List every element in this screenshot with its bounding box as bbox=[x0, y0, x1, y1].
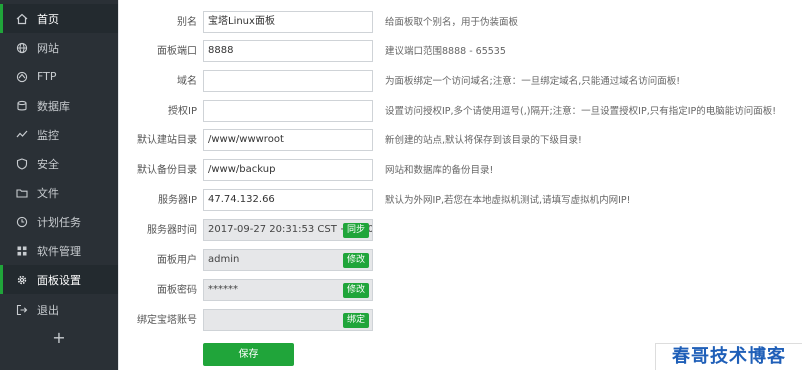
sidebar-item-label: 软件管理 bbox=[37, 244, 81, 258]
server-ip-row: 服务器IP 47.74.132.66 默认为外网IP,若您在本地虚拟机测试,请填… bbox=[119, 189, 802, 213]
sidebar-item-panel-settings[interactable]: 面板设置 bbox=[0, 265, 118, 294]
site-dir-hint: 新创建的站点,默认将保存到该目录的下级目录! bbox=[385, 135, 582, 146]
add-nav-button[interactable]: + bbox=[0, 325, 118, 350]
sidebar-item-software[interactable]: 软件管理 bbox=[0, 236, 118, 265]
server-time-row: 服务器时间 2017-09-27 20:31:53 CST +0800 同步 bbox=[119, 219, 802, 243]
server-ip-label: 服务器IP bbox=[158, 195, 197, 206]
site-dir-label: 默认建站目录 bbox=[137, 135, 197, 146]
backup-dir-hint: 网站和数据库的备份目录! bbox=[385, 165, 494, 176]
sidebar-item-database[interactable]: 数据库 bbox=[0, 91, 118, 120]
domain-input[interactable] bbox=[203, 70, 373, 92]
save-button[interactable]: 保存 bbox=[203, 343, 294, 366]
backup-dir-row: 默认备份目录 /www/backup 网站和数据库的备份目录! bbox=[119, 159, 802, 183]
sidebar-item-logout[interactable]: 退出 bbox=[0, 295, 118, 324]
auth-ip-row: 授权IP 设置访问授权IP,多个请使用逗号(,)隔开;注意：一旦设置授权IP,只… bbox=[119, 100, 802, 124]
domain-hint: 为面板绑定一个访问域名;注意：一旦绑定域名,只能通过域名访问面板! bbox=[385, 76, 681, 87]
bind-account-field: 绑定 bbox=[203, 309, 373, 331]
logout-icon bbox=[15, 303, 29, 317]
auth-ip-label: 授权IP bbox=[168, 106, 197, 117]
sidebar-item-label: 网站 bbox=[37, 41, 59, 55]
sidebar-item-home[interactable]: 首页 bbox=[0, 4, 118, 33]
panel-password-field: ****** 修改 bbox=[203, 279, 373, 301]
shield-icon bbox=[15, 157, 29, 171]
alias-label: 别名 bbox=[177, 17, 197, 28]
sidebar-item-label: 数据库 bbox=[37, 99, 70, 113]
backup-dir-label: 默认备份目录 bbox=[137, 165, 197, 176]
panel-user-value: admin bbox=[208, 254, 240, 265]
ftp-icon bbox=[15, 70, 29, 84]
alias-hint: 给面板取个别名，用于伪装面板 bbox=[385, 17, 519, 28]
globe-icon bbox=[15, 41, 29, 55]
sidebar-item-label: 计划任务 bbox=[37, 215, 81, 229]
sidebar-item-label: 监控 bbox=[37, 128, 59, 142]
apps-icon bbox=[15, 244, 29, 258]
bind-account-button[interactable]: 绑定 bbox=[342, 313, 369, 328]
watermark: 春哥技术博客 bbox=[655, 343, 802, 370]
site-dir-input[interactable]: /www/wwwroot bbox=[203, 129, 373, 151]
port-row: 面板端口 8888 建议端口范围8888 - 65535 bbox=[119, 40, 802, 64]
domain-row: 域名 为面板绑定一个访问域名;注意：一旦绑定域名,只能通过域名访问面板! bbox=[119, 70, 802, 94]
server-ip-input[interactable]: 47.74.132.66 bbox=[203, 189, 373, 211]
sidebar-item-label: 退出 bbox=[37, 303, 59, 317]
panel-user-field: admin 修改 bbox=[203, 249, 373, 271]
panel-password-value: ****** bbox=[208, 284, 238, 295]
panel-password-row: 面板密码 ****** 修改 bbox=[119, 279, 802, 303]
server-time-label: 服务器时间 bbox=[147, 225, 197, 236]
server-time-field: 2017-09-27 20:31:53 CST +0800 同步 bbox=[203, 219, 373, 241]
sidebar-item-label: 首页 bbox=[37, 12, 59, 26]
port-hint: 建议端口范围8888 - 65535 bbox=[385, 46, 506, 57]
alias-row: 别名 宝塔Linux面板 给面板取个别名，用于伪装面板 bbox=[119, 11, 802, 35]
port-input[interactable]: 8888 bbox=[203, 40, 373, 62]
edit-user-button[interactable]: 修改 bbox=[342, 253, 369, 268]
port-label: 面板端口 bbox=[157, 46, 197, 57]
sidebar-item-security[interactable]: 安全 bbox=[0, 149, 118, 178]
sidebar-item-files[interactable]: 文件 bbox=[0, 178, 118, 207]
auth-ip-input[interactable] bbox=[203, 100, 373, 122]
sidebar-item-label: 面板设置 bbox=[37, 273, 81, 287]
edit-password-button[interactable]: 修改 bbox=[342, 283, 369, 298]
sidebar-item-label: 文件 bbox=[37, 186, 59, 200]
server-ip-hint: 默认为外网IP,若您在本地虚拟机测试,请填写虚拟机内网IP! bbox=[385, 195, 631, 206]
panel-user-label: 面板用户 bbox=[157, 255, 197, 266]
clock-icon bbox=[15, 215, 29, 229]
alias-input[interactable]: 宝塔Linux面板 bbox=[203, 11, 373, 33]
backup-dir-input[interactable]: /www/backup bbox=[203, 159, 373, 181]
auth-ip-hint: 设置访问授权IP,多个请使用逗号(,)隔开;注意：一旦设置授权IP,只有指定IP… bbox=[385, 106, 777, 117]
panel-user-row: 面板用户 admin 修改 bbox=[119, 249, 802, 273]
gear-icon bbox=[15, 273, 29, 287]
settings-panel: 别名 宝塔Linux面板 给面板取个别名，用于伪装面板 面板端口 8888 建议… bbox=[118, 0, 802, 370]
site-dir-row: 默认建站目录 /www/wwwroot 新创建的站点,默认将保存到该目录的下级目… bbox=[119, 129, 802, 153]
panel-password-label: 面板密码 bbox=[157, 285, 197, 296]
folder-icon bbox=[15, 186, 29, 200]
sidebar-item-label: FTP bbox=[37, 70, 57, 83]
bind-account-label: 绑定宝塔账号 bbox=[137, 315, 197, 326]
sync-time-button[interactable]: 同步 bbox=[342, 223, 369, 238]
bind-account-row: 绑定宝塔账号 绑定 bbox=[119, 309, 802, 333]
monitor-icon bbox=[15, 128, 29, 142]
sidebar-item-cron[interactable]: 计划任务 bbox=[0, 207, 118, 236]
home-icon bbox=[15, 12, 29, 26]
sidebar-item-website[interactable]: 网站 bbox=[0, 33, 118, 62]
sidebar-item-monitor[interactable]: 监控 bbox=[0, 120, 118, 149]
sidebar-item-ftp[interactable]: FTP bbox=[0, 62, 118, 91]
domain-label: 域名 bbox=[177, 76, 197, 87]
sidebar: 首页 网站 FTP 数据库 监控 安全 文件 计划任务 软件管理 面板设置 退出… bbox=[0, 0, 118, 370]
database-icon bbox=[15, 99, 29, 113]
sidebar-item-label: 安全 bbox=[37, 157, 59, 171]
